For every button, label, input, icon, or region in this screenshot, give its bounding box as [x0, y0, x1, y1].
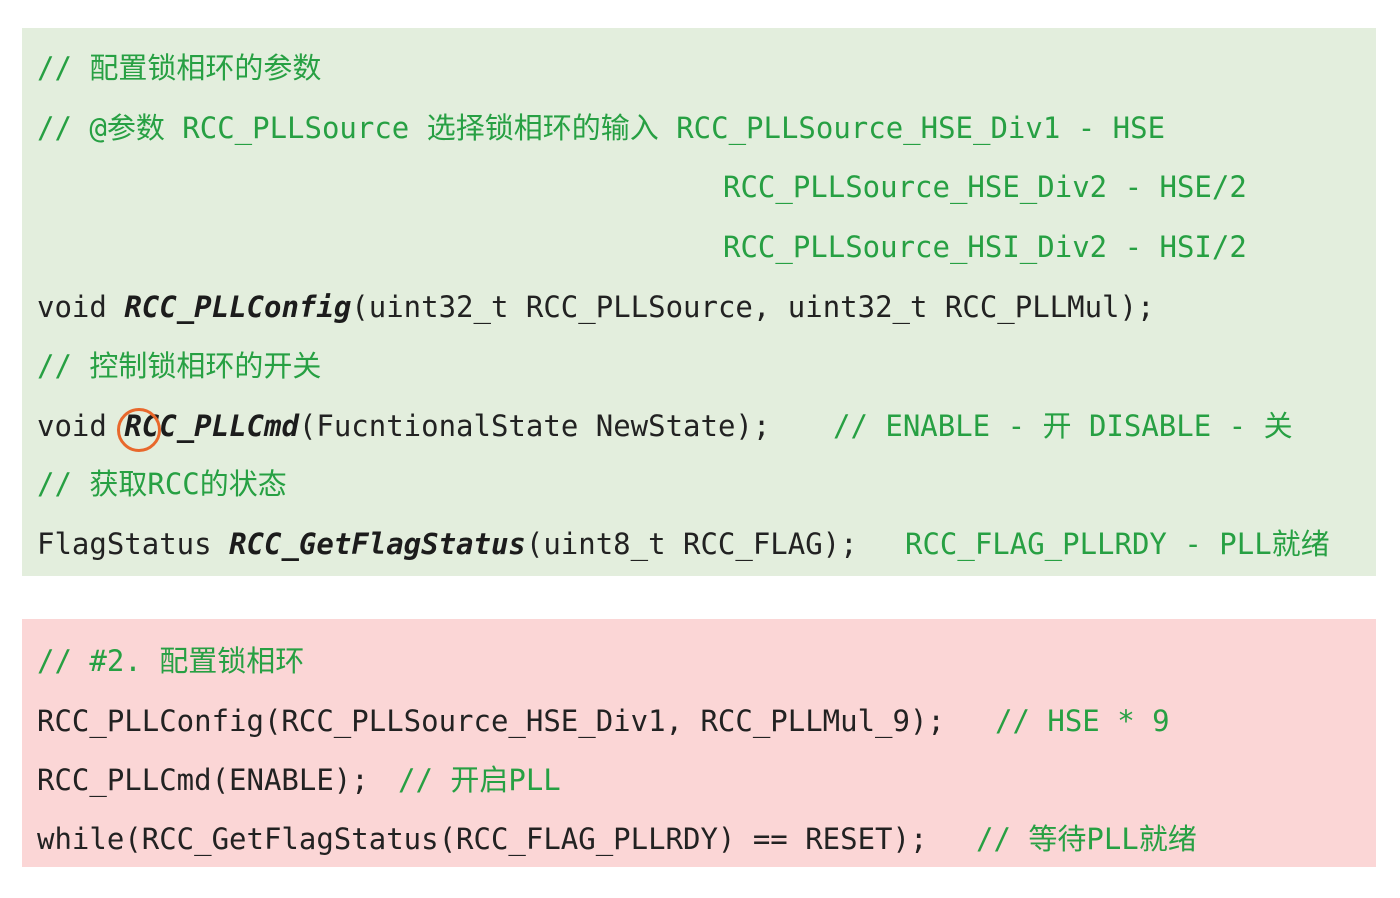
return-type: void: [37, 409, 125, 443]
comment-wait-pll-ready: // 等待PLL就绪: [976, 822, 1197, 856]
function-args: (uint32_t RCC_PLLSource, uint32_t RCC_PL…: [351, 290, 1155, 324]
decl-rcc-pllconfig: void RCC_PLLConfig(uint32_t RCC_PLLSourc…: [37, 289, 1154, 325]
decl-rcc-getflagstatus: FlagStatus RCC_GetFlagStatus(uint8_t RCC…: [37, 526, 858, 562]
comment-param-pll-source: // @参数 RCC_PLLSource 选择锁相环的输入 RCC_PLLSou…: [37, 111, 1166, 145]
code-wait-pllrdy-loop: while(RCC_GetFlagStatus(RCC_FLAG_PLLRDY)…: [37, 822, 928, 856]
return-type: void: [37, 290, 125, 324]
function-name: RCC_PLLCmd: [124, 409, 299, 443]
decl-rcc-pllcmd: void RCC_PLLCmd(FucntionalState NewState…: [37, 408, 770, 444]
comment-configure-pll: // 配置锁相环的参数: [37, 51, 322, 85]
code-pllcmd-call: RCC_PLLCmd(ENABLE);: [37, 763, 369, 797]
function-name: RCC_PLLConfig: [124, 290, 352, 324]
comment-step2-configure-pll: // #2. 配置锁相环: [37, 644, 305, 678]
comment-enable-pll: // 开启PLL: [398, 763, 561, 797]
return-type: FlagStatus: [37, 527, 230, 561]
function-name: RCC_GetFlagStatus: [229, 527, 526, 561]
comment-option-hse-div2: RCC_PLLSource_HSE_Div2 - HSE/2: [723, 170, 1247, 204]
comment-option-hsi-div2: RCC_PLLSource_HSI_Div2 - HSI/2: [723, 230, 1247, 264]
function-args: (uint8_t RCC_FLAG);: [525, 527, 858, 561]
comment-control-pll: // 控制锁相环的开关: [37, 349, 322, 383]
comment-get-rcc-status: // 获取RCC的状态: [37, 467, 287, 501]
function-args: (FucntionalState NewState);: [298, 409, 771, 443]
comment-enable-disable: // ENABLE - 开 DISABLE - 关: [833, 409, 1293, 443]
code-pllconfig-call: RCC_PLLConfig(RCC_PLLSource_HSE_Div1, RC…: [37, 704, 945, 738]
comment-hse-times-9: // HSE * 9: [995, 704, 1170, 738]
comment-pllrdy-flag: RCC_FLAG_PLLRDY - PLL就绪: [905, 527, 1330, 561]
